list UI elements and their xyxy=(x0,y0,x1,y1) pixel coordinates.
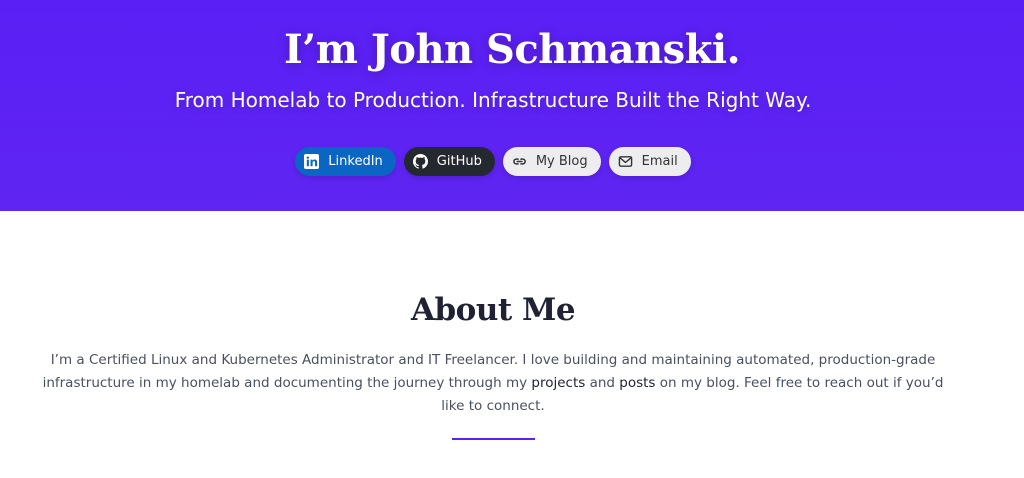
social-links: LinkedIn GitHub My Blog Email xyxy=(0,147,986,176)
linkedin-icon xyxy=(304,154,320,169)
about-text-and: and xyxy=(585,375,620,391)
blog-label: My Blog xyxy=(535,154,588,169)
mail-icon xyxy=(618,154,633,169)
github-icon xyxy=(412,154,428,169)
linkedin-label: LinkedIn xyxy=(328,154,383,169)
github-label: GitHub xyxy=(436,154,482,169)
blog-button[interactable]: My Blog xyxy=(502,147,601,176)
github-button[interactable]: GitHub xyxy=(403,147,495,176)
linkedin-button[interactable]: LinkedIn xyxy=(295,147,396,176)
hero-section: I’m John Schmanski. From Homelab to Prod… xyxy=(0,0,1024,211)
link-icon xyxy=(512,154,527,169)
hero-subtitle: From Homelab to Production. Infrastructu… xyxy=(174,88,812,112)
hero-title: I’m John Schmanski. xyxy=(283,26,741,73)
about-title: About Me xyxy=(410,292,576,328)
section-divider xyxy=(452,438,535,440)
posts-link[interactable]: posts xyxy=(619,375,655,391)
about-text: I’m a Certified Linux and Kubernetes Adm… xyxy=(40,349,946,418)
projects-link[interactable]: projects xyxy=(531,375,585,391)
email-label: Email xyxy=(641,154,678,169)
email-button[interactable]: Email xyxy=(608,147,691,176)
